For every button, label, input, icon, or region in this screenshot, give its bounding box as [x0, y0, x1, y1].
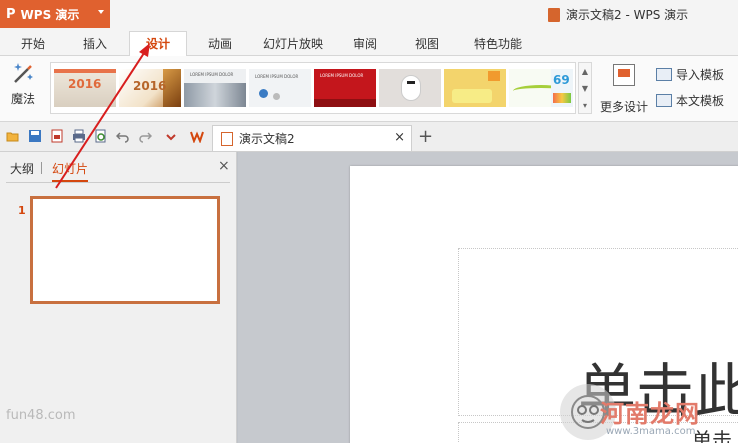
customize-toolbar-icon[interactable]: [164, 129, 178, 143]
template-thumbnail[interactable]: [379, 69, 441, 107]
tab-view[interactable]: 视图: [400, 32, 454, 56]
presentation-file-icon: [221, 131, 233, 146]
export-pdf-icon[interactable]: [50, 129, 64, 143]
presentation-file-icon: [548, 7, 560, 22]
template-thumbnail[interactable]: 2016: [54, 69, 116, 107]
open-folder-icon[interactable]: [6, 129, 20, 143]
design-template-gallery: 2016 2016 LOREM IPSUM DOLOR LOREM IPSUM …: [50, 62, 576, 114]
thumbnail-text: 2016: [133, 79, 167, 93]
more-design-label: 更多设计: [599, 100, 648, 114]
watermark-site-url: www.3mama.com: [606, 426, 696, 437]
tab-design[interactable]: 设计: [129, 31, 187, 57]
chevron-down-icon: [98, 10, 104, 14]
template-thumbnail[interactable]: LOREM IPSUM DOLOR: [249, 69, 311, 107]
undo-icon[interactable]: [116, 129, 130, 143]
scroll-up-icon[interactable]: ▲: [579, 63, 591, 80]
redo-icon[interactable]: [138, 129, 152, 143]
tab-document[interactable]: 演示文稿2 ×: [212, 125, 412, 151]
tab-review[interactable]: 审阅: [338, 32, 392, 56]
title-bar: P WPS 演示 演示文稿2 - WPS 演示: [0, 0, 738, 28]
print-preview-icon[interactable]: [94, 129, 108, 143]
gallery-expand-icon[interactable]: ▾: [579, 97, 591, 114]
design-ribbon: 魔法 2016 2016 LOREM IPSUM DOLOR LOREM IPS…: [0, 56, 738, 122]
text-template-icon: [656, 93, 672, 107]
magic-label: 魔法: [10, 92, 35, 106]
import-template-label: 导入模板: [676, 67, 725, 82]
template-thumbnail[interactable]: LOREM IPSUM DOLOR: [314, 69, 376, 107]
this-text-template-label: 本文模板: [676, 93, 725, 108]
wps-w-icon[interactable]: [190, 129, 204, 143]
thumbnail-text: LOREM IPSUM DOLOR: [190, 72, 234, 77]
ribbon-tabs: 开始 插入 设计 动画 幻灯片放映 审阅 视图 特色功能: [0, 28, 738, 57]
template-thumbnail[interactable]: LOREM IPSUM DOLOR: [184, 69, 246, 107]
template-thumbnail[interactable]: 2016: [119, 69, 181, 107]
slides-panel: 大纲 幻灯片 × 1 fun48.com: [0, 152, 237, 443]
window-title: 演示文稿2 - WPS 演示: [548, 6, 688, 23]
import-template-icon: [656, 67, 672, 81]
add-tab-icon[interactable]: +: [418, 126, 433, 147]
close-icon[interactable]: ×: [218, 158, 230, 174]
tab-outline[interactable]: 大纲: [10, 160, 34, 177]
magic-button[interactable]: 魔法: [6, 60, 40, 116]
active-tab-indicator: [52, 180, 88, 182]
template-thumbnail[interactable]: 69: [551, 69, 573, 107]
wps-logo-icon: P: [6, 6, 16, 22]
thumbnail-text: LOREM IPSUM DOLOR: [255, 74, 299, 79]
slide-thumbnail[interactable]: [30, 196, 220, 304]
tab-slides[interactable]: 幻灯片: [52, 160, 88, 177]
watermark-text: fun48.com: [6, 408, 76, 423]
document-tab-label: 演示文稿2: [239, 132, 295, 146]
more-design-button[interactable]: 更多设计: [598, 62, 650, 114]
watermark-site-name: 河南龙网: [600, 400, 700, 428]
more-design-icon: [613, 64, 635, 86]
tab-home[interactable]: 开始: [8, 32, 58, 56]
magic-wand-icon: [10, 60, 36, 86]
quick-access-toolbar: 演示文稿2 × +: [0, 122, 738, 152]
thumbnail-text: LOREM IPSUM DOLOR: [320, 73, 364, 78]
divider: [6, 182, 230, 183]
gallery-scrollbar[interactable]: ▲ ▼ ▾: [578, 62, 592, 114]
app-menu-button[interactable]: P WPS 演示: [0, 0, 110, 28]
panel-tabs: 大纲 幻灯片 ×: [0, 152, 237, 182]
template-thumbnail[interactable]: [444, 69, 506, 107]
import-template-button[interactable]: 导入模板: [656, 64, 724, 84]
slide-number: 1: [18, 204, 26, 217]
tab-divider: [41, 162, 42, 174]
tab-slideshow[interactable]: 幻灯片放映: [254, 32, 332, 56]
thumbnail-text: 69: [553, 73, 570, 87]
close-icon[interactable]: ×: [394, 130, 405, 145]
thumbnail-text: 2016: [68, 77, 102, 91]
print-icon[interactable]: [72, 129, 86, 143]
this-text-template-button[interactable]: 本文模板: [656, 90, 724, 110]
window-title-text: 演示文稿2 - WPS 演示: [566, 8, 689, 22]
tab-insert[interactable]: 插入: [66, 32, 124, 56]
scroll-down-icon[interactable]: ▼: [579, 80, 591, 97]
tab-special-features[interactable]: 特色功能: [462, 32, 534, 56]
app-name: WPS 演示: [20, 7, 80, 22]
tab-animation[interactable]: 动画: [192, 32, 248, 56]
save-icon[interactable]: [28, 129, 42, 143]
